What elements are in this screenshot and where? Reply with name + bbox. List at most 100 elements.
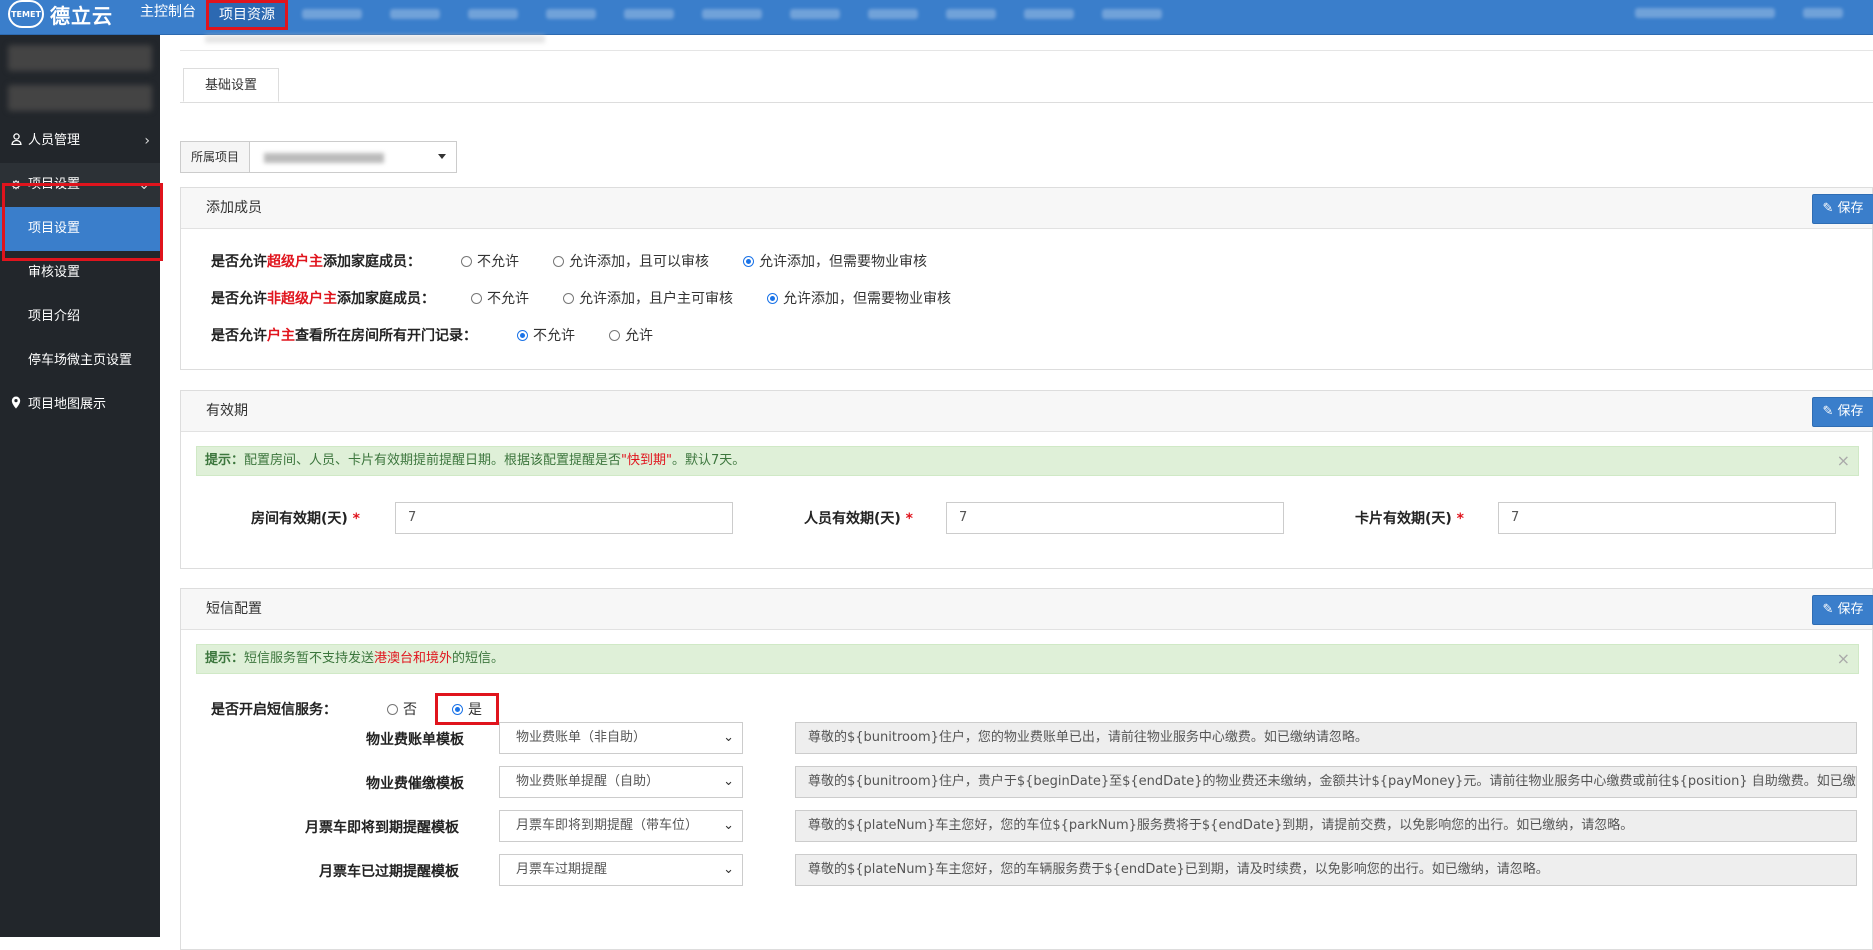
chevron-down-icon: ⌄ <box>723 862 734 877</box>
tip-alert: 提示：短信服务暂不支持发送港澳台和境外的短信。 × <box>196 644 1859 674</box>
user-area[interactable] <box>1621 8 1857 18</box>
highlight-box <box>2 183 163 261</box>
main-content: 基础设置 所属项目 添加成员 ✎ 保存 是否允许超级户主添加家庭成员： 不允许 … <box>160 35 1873 950</box>
app-logo[interactable]: TEMET 德立云 <box>8 0 113 28</box>
panel-add-member: 添加成员 ✎ 保存 是否允许超级户主添加家庭成员： 不允许 允许添加，且可以审核… <box>180 187 1873 370</box>
panel-title: 添加成员 <box>206 200 262 216</box>
radio-button-checked[interactable] <box>452 703 463 715</box>
setting-label: 是否允许户主查看所在房间所有开门记录： <box>211 328 477 344</box>
blurred-nav-item[interactable] <box>546 9 596 19</box>
radio-button[interactable] <box>563 292 574 304</box>
radio-option[interactable]: 不允许 <box>471 288 529 308</box>
radio-button[interactable] <box>471 292 482 304</box>
tab-bar: 基础设置 <box>180 68 1873 103</box>
close-icon[interactable]: × <box>1837 645 1850 673</box>
setting-label: 是否允许超级户主添加家庭成员： <box>211 254 421 270</box>
close-icon[interactable]: × <box>1837 447 1850 475</box>
save-button[interactable]: ✎ 保存 <box>1812 397 1873 427</box>
radio-button[interactable] <box>553 255 564 267</box>
panel-sms: 短信配置 ✎ 保存 提示：短信服务暂不支持发送港澳台和境外的短信。 × 是否开启… <box>180 588 1873 950</box>
radio-option[interactable]: 不允许 <box>461 251 519 271</box>
panel-header: 短信配置 ✎ 保存 <box>181 589 1873 630</box>
sidebar-item-project-map[interactable]: 项目地图展示 <box>0 383 160 427</box>
blurred-nav-item[interactable] <box>1024 9 1074 19</box>
cloud-logo-icon: TEMET <box>8 0 44 28</box>
breadcrumb <box>205 35 545 43</box>
radio-option[interactable]: 允许添加，但需要物业审核 <box>767 288 951 308</box>
blurred-nav-item[interactable] <box>702 9 762 19</box>
radio-option-yes[interactable]: 是 <box>435 693 499 725</box>
nav-item-console[interactable]: 主控制台 <box>130 0 206 28</box>
panel-header: 添加成员 ✎ 保存 <box>181 188 1873 229</box>
template-select[interactable]: 月票车过期提醒 ⌄ <box>499 854 743 886</box>
app-logo-text: 德立云 <box>50 3 113 28</box>
nav-item-project-resources[interactable]: 项目资源 <box>206 0 288 30</box>
template-label: 物业费账单模板 <box>366 732 464 748</box>
blurred-nav-item[interactable] <box>390 9 440 19</box>
project-select[interactable]: 所属项目 <box>180 141 457 173</box>
radio-button-checked[interactable] <box>743 255 754 267</box>
card-validity-input[interactable]: 7 <box>1498 502 1836 534</box>
blurred-nav-item[interactable] <box>624 9 674 19</box>
template-label: 月票车即将到期提醒模板 <box>305 820 459 836</box>
template-select[interactable]: 物业费账单（非自助） ⌄ <box>499 722 743 754</box>
chevron-right-icon: › <box>144 133 150 149</box>
blurred-nav-item[interactable] <box>946 9 996 19</box>
radio-button[interactable] <box>461 255 472 267</box>
radio-option[interactable]: 允许 <box>609 325 653 345</box>
blurred-nav-item[interactable] <box>468 9 518 19</box>
breadcrumb-divider <box>180 50 1873 51</box>
tab-basic-settings[interactable]: 基础设置 <box>183 68 279 102</box>
template-select[interactable]: 物业费账单提醒（自助） ⌄ <box>499 766 743 798</box>
field-label-card-validity: 卡片有效期(天) * <box>1355 511 1464 527</box>
blurred-user-info <box>1635 8 1775 18</box>
radio-button[interactable] <box>609 329 620 341</box>
radio-button-checked[interactable] <box>517 329 528 341</box>
caret-down-icon <box>438 154 446 159</box>
radio-option[interactable]: 不允许 <box>517 325 575 345</box>
setting-row-super-owner: 是否允许超级户主添加家庭成员： 不允许 允许添加，且可以审核 允许添加，但需要物… <box>211 251 961 271</box>
blurred-nav-item[interactable] <box>868 9 918 19</box>
setting-label: 是否允许非超级户主添加家庭成员： <box>211 291 435 307</box>
template-content: 尊敬的${bunitroom}住户，贵户于${beginDate}至${endD… <box>795 766 1857 798</box>
radio-option[interactable]: 允许添加，且可以审核 <box>553 251 709 271</box>
blurred-nav-item[interactable] <box>1102 9 1162 19</box>
field-label-room-validity: 房间有效期(天) * <box>251 511 360 527</box>
chevron-down-icon: ⌄ <box>723 730 734 745</box>
sidebar-subitem-parking-homepage[interactable]: 停车场微主页设置 <box>0 339 160 383</box>
blurred-logout <box>1803 8 1843 18</box>
blurred-nav-item[interactable] <box>790 9 840 19</box>
save-button-label: 保存 <box>1837 602 1864 617</box>
template-select[interactable]: 月票车即将到期提醒（带车位） ⌄ <box>499 810 743 842</box>
template-content: 尊敬的${plateNum}车主您好，您的车辆服务费于${endDate}已到期… <box>795 854 1857 886</box>
sidebar-item-label: 人员管理 <box>28 133 81 148</box>
blurred-nav-item[interactable] <box>302 9 362 19</box>
setting-label: 是否开启短信服务： <box>211 702 337 718</box>
save-button-label: 保存 <box>1837 201 1864 216</box>
panel-validity: 有效期 ✎ 保存 提示：配置房间、人员、卡片有效期提前提醒日期。根据该配置提醒是… <box>180 390 1873 569</box>
panel-header: 有效期 ✎ 保存 <box>181 391 1873 432</box>
chevron-down-icon: ⌄ <box>723 774 734 789</box>
sidebar-item-people[interactable]: 人员管理 › <box>0 119 160 163</box>
user-icon <box>9 119 23 163</box>
save-button[interactable]: ✎ 保存 <box>1812 194 1873 224</box>
blurred-project-value <box>264 153 384 163</box>
blurred-project-name <box>8 85 152 111</box>
radio-option[interactable]: 允许添加，且户主可审核 <box>563 288 733 308</box>
radio-button-checked[interactable] <box>767 292 778 304</box>
sidebar-item-label: 项目地图展示 <box>28 397 107 412</box>
person-validity-input[interactable]: 7 <box>946 502 1284 534</box>
save-button[interactable]: ✎ 保存 <box>1812 595 1873 625</box>
sidebar-subitem-project-intro[interactable]: 项目介绍 <box>0 295 160 339</box>
setting-row-non-super-owner: 是否允许非超级户主添加家庭成员： 不允许 允许添加，且户主可审核 允许添加，但需… <box>211 288 985 308</box>
template-content: 尊敬的${plateNum}车主您好，您的车位${parkNum}服务费将于${… <box>795 810 1857 842</box>
radio-button[interactable] <box>387 703 398 715</box>
project-select-value[interactable] <box>250 142 456 172</box>
panel-title: 有效期 <box>206 403 248 419</box>
room-validity-input[interactable]: 7 <box>395 502 733 534</box>
radio-option[interactable]: 允许添加，但需要物业审核 <box>743 251 927 271</box>
top-nav: 主控制台 项目资源 <box>130 0 1176 30</box>
template-content: 尊敬的${bunitroom}住户，您的物业费账单已出，请前往物业服务中心缴费。… <box>795 722 1857 754</box>
blurred-user-name <box>8 45 152 71</box>
radio-option-no[interactable]: 否 <box>387 699 417 719</box>
